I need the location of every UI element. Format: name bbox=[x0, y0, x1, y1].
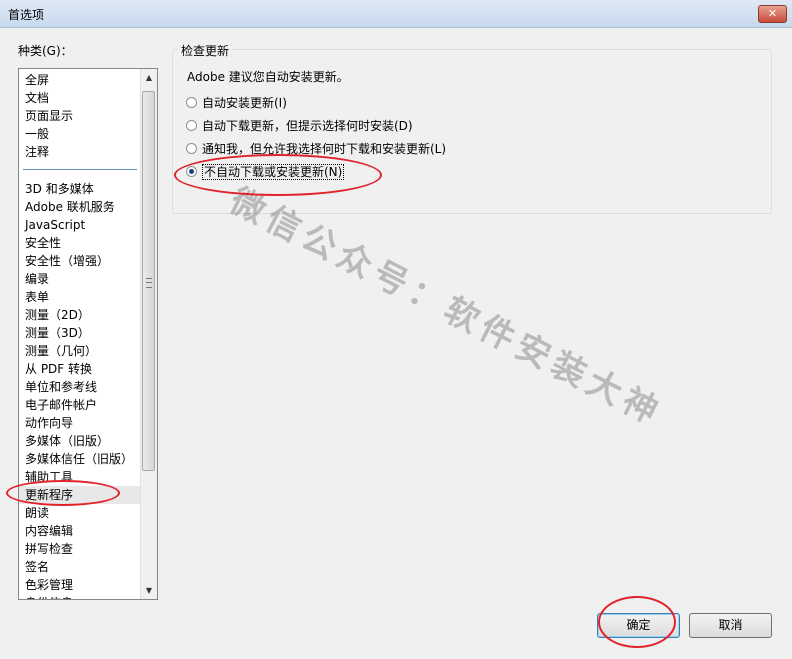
category-label: 种类(G)： bbox=[18, 44, 73, 58]
category-item[interactable]: 签名 bbox=[19, 558, 141, 576]
category-item[interactable]: 多媒体信任（旧版） bbox=[19, 450, 141, 468]
update-note: Adobe 建议您自动安装更新。 bbox=[187, 70, 349, 84]
ok-button[interactable]: 确定 bbox=[597, 613, 680, 638]
window-title: 首选项 bbox=[8, 8, 45, 22]
scroll-thumb[interactable] bbox=[142, 91, 155, 471]
scroll-down-icon[interactable]: ▼ bbox=[141, 582, 157, 599]
scroll-up-icon[interactable]: ▲ bbox=[141, 69, 157, 86]
category-separator bbox=[23, 169, 137, 170]
category-list[interactable]: 全屏 文档 页面显示 一般 注释 3D 和多媒体 Adobe 联机服务 JavaScript 安… bbox=[18, 68, 158, 600]
category-items: 全屏 文档 页面显示 一般 注释 3D 和多媒体 Adobe 联机服务 JavaScript 安… bbox=[19, 71, 141, 599]
category-item[interactable]: 编录 bbox=[19, 270, 141, 288]
category-item[interactable]: 动作向导 bbox=[19, 414, 141, 432]
category-item[interactable]: 身份信息 bbox=[19, 594, 141, 599]
category-item[interactable]: 一般 bbox=[19, 125, 141, 143]
category-item[interactable]: 测量（3D） bbox=[19, 324, 141, 342]
category-item[interactable]: JavaScript bbox=[19, 216, 141, 234]
category-item[interactable]: 色彩管理 bbox=[19, 576, 141, 594]
close-button[interactable]: ✕ bbox=[758, 5, 787, 23]
radio-auto-install[interactable]: 自动安装更新(I) bbox=[186, 94, 287, 112]
category-item[interactable]: 更新程序 bbox=[19, 486, 141, 504]
category-item[interactable]: 辅助工具 bbox=[19, 468, 141, 486]
cancel-button[interactable]: 取消 bbox=[689, 613, 772, 638]
radio-selected-icon[interactable] bbox=[186, 166, 197, 177]
category-item[interactable]: 多媒体（旧版） bbox=[19, 432, 141, 450]
category-item[interactable]: 全屏 bbox=[19, 71, 141, 89]
category-item[interactable]: 表单 bbox=[19, 288, 141, 306]
title-bar: 首选项 ✕ bbox=[0, 0, 792, 28]
grip-icon bbox=[146, 278, 152, 288]
category-item[interactable]: 测量（几何） bbox=[19, 342, 141, 360]
radio-notify-me[interactable]: 通知我，但允许我选择何时下载和安装更新(L) bbox=[186, 140, 446, 158]
category-item[interactable]: 单位和参考线 bbox=[19, 378, 141, 396]
close-icon: ✕ bbox=[767, 7, 778, 20]
category-scrollbar[interactable]: ▲ ▼ bbox=[140, 69, 157, 599]
category-item[interactable]: Adobe 联机服务 bbox=[19, 198, 141, 216]
category-item[interactable]: 安全性 bbox=[19, 234, 141, 252]
category-item[interactable]: 安全性（增强） bbox=[19, 252, 141, 270]
category-item[interactable]: 拼写检查 bbox=[19, 540, 141, 558]
category-item[interactable]: 朗读 bbox=[19, 504, 141, 522]
radio-icon[interactable] bbox=[186, 97, 197, 108]
category-item[interactable]: 3D 和多媒体 bbox=[19, 180, 141, 198]
radio-icon[interactable] bbox=[186, 120, 197, 131]
category-item[interactable]: 电子邮件帐户 bbox=[19, 396, 141, 414]
category-item[interactable]: 注释 bbox=[19, 143, 141, 161]
radio-no-auto-update[interactable]: 不自动下载或安装更新(N) bbox=[186, 163, 345, 181]
category-item[interactable]: 内容编辑 bbox=[19, 522, 141, 540]
radio-icon[interactable] bbox=[186, 143, 197, 154]
category-item[interactable]: 测量（2D） bbox=[19, 306, 141, 324]
category-item[interactable]: 页面显示 bbox=[19, 107, 141, 125]
radio-auto-download[interactable]: 自动下载更新，但提示选择何时安装(D) bbox=[186, 117, 413, 135]
category-item[interactable]: 文档 bbox=[19, 89, 141, 107]
group-title: 检查更新 bbox=[178, 42, 233, 59]
category-item[interactable]: 从 PDF 转换 bbox=[19, 360, 141, 378]
